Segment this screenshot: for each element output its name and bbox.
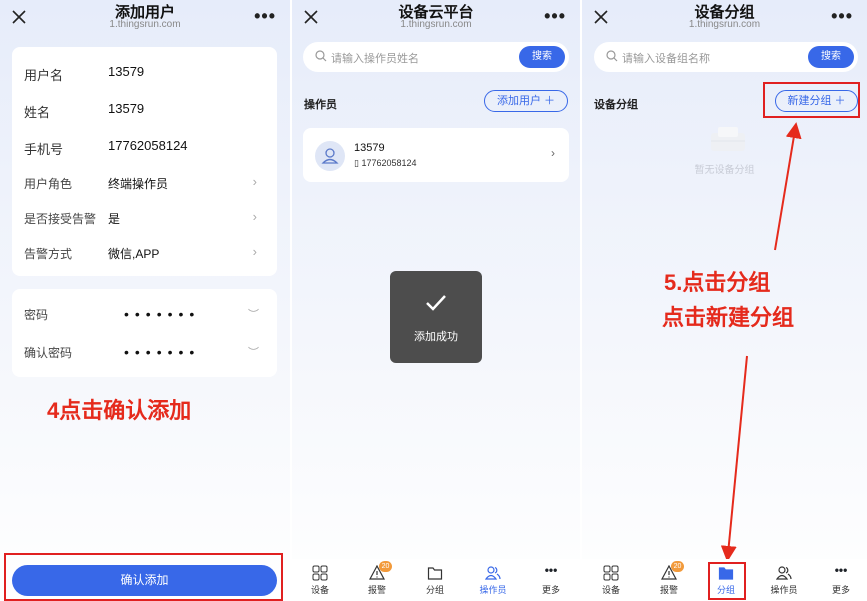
field-label: 用户角色 <box>24 177 73 191</box>
more-dots-icon: ••• <box>544 563 558 577</box>
bottom-tab-bar: 设备 20 报警 分组 操作员 ••• 更多 <box>292 559 580 601</box>
tab-operators[interactable]: 操作员 <box>465 559 521 601</box>
operator-phone: ▯ 17762058124 <box>354 158 417 169</box>
operator-list-item[interactable]: 13579 ▯ 17762058124 › <box>303 128 569 182</box>
annotation-step5-line2: 点击新建分组 <box>662 305 795 330</box>
search-input[interactable]: 请输入操作员姓名 <box>331 50 419 66</box>
chevron-right-icon: › <box>551 146 555 160</box>
field-label: 是否接受告警 <box>24 212 97 226</box>
field-label: 用户名 <box>24 68 64 83</box>
avatar <box>315 141 345 171</box>
field-label: 告警方式 <box>24 247 73 261</box>
check-icon <box>426 295 446 311</box>
highlight-box <box>4 553 283 601</box>
confirm-password-label: 确认密码 <box>24 346 73 360</box>
password-label: 密码 <box>24 308 49 322</box>
chevron-right-icon: › <box>252 209 257 224</box>
field-label: 姓名 <box>24 105 51 120</box>
tab-label: 更多 <box>831 585 850 595</box>
annotation-arrows <box>720 122 802 562</box>
tab-devices[interactable]: 设备 <box>292 559 348 601</box>
name-row[interactable]: 姓名 13579 <box>24 92 265 128</box>
tab-label: 报警 <box>659 585 678 595</box>
accept-alarm-value: 是 <box>108 212 121 226</box>
tab-label: 操作员 <box>479 585 507 595</box>
tab-label: 报警 <box>367 585 386 595</box>
section-title: 操作员 <box>304 99 337 111</box>
user-role-row[interactable]: 用户角色 终端操作员 › <box>24 165 265 201</box>
operator-search-bar: 请输入操作员姓名 搜索 <box>303 42 569 72</box>
user-icon <box>321 148 339 164</box>
tab-alarms[interactable]: 20 报警 <box>641 559 697 601</box>
alarm-method-row[interactable]: 告警方式 微信,APP › <box>24 235 265 271</box>
chevron-right-icon: › <box>252 244 257 259</box>
more-menu-icon[interactable]: ••• <box>254 6 276 27</box>
highlight-box <box>708 562 746 600</box>
tab-devices[interactable]: 设备 <box>583 559 639 601</box>
tab-label: 设备 <box>601 585 620 595</box>
more-dots-icon: ••• <box>834 563 848 577</box>
user-info-card: 用户名 13579 姓名 13579 手机号 17762058124 用户角色 … <box>12 47 277 276</box>
username-row[interactable]: 用户名 13579 <box>24 55 265 91</box>
operator-phone-text: 17762058124 <box>361 158 417 168</box>
annotation-step5-line1: 5.点击分组 <box>664 270 771 295</box>
alarm-method-value: 微信,APP <box>108 247 160 261</box>
nav-bar: 添加用户 1.thingsrun.com ••• <box>0 0 290 38</box>
toast-message: 添加成功 <box>414 331 458 343</box>
add-user-button[interactable]: 添加用户 ＋ <box>484 90 568 112</box>
confirm-password-row[interactable]: 确认密码 ••••••• ︶ <box>24 334 265 370</box>
annotation-step4: 4点击确认添加 <box>47 398 192 423</box>
phone-row[interactable]: 手机号 17762058124 <box>24 129 265 165</box>
page-url: 1.thingsrun.com <box>400 19 472 30</box>
tab-more[interactable]: ••• 更多 <box>523 559 579 601</box>
alarm-count-badge: 20 <box>379 561 392 572</box>
tab-label: 更多 <box>541 585 560 595</box>
password-field[interactable]: ••••••• <box>124 306 200 322</box>
username-value[interactable]: 13579 <box>108 64 144 79</box>
tab-label: 设备 <box>310 585 329 595</box>
accept-alarm-row[interactable]: 是否接受告警 是 › <box>24 200 265 236</box>
eye-closed-icon[interactable]: ︶ <box>248 306 259 322</box>
tab-operators[interactable]: 操作员 <box>756 559 812 601</box>
add-user-screen: 添加用户 1.thingsrun.com ••• 用户名 13579 姓名 13… <box>0 0 290 601</box>
confirm-password-field[interactable]: ••••••• <box>124 344 200 360</box>
nav-bar: 设备云平台 1.thingsrun.com ••• <box>292 0 580 38</box>
alarm-count-badge: 20 <box>671 561 684 572</box>
device-grid-icon <box>603 565 619 581</box>
search-icon <box>315 50 327 62</box>
tab-label: 操作员 <box>770 585 798 595</box>
password-row[interactable]: 密码 ••••••• ︶ <box>24 296 265 332</box>
operator-name: 13579 <box>354 142 385 154</box>
chevron-right-icon: › <box>252 174 257 189</box>
operator-list-screen: 设备云平台 1.thingsrun.com ••• 请输入操作员姓名 搜索 操作… <box>292 0 580 601</box>
device-group-screen: 设备分组 1.thingsrun.com ••• 请输入设备组名称 搜索 设备分… <box>582 0 867 601</box>
tab-label: 分组 <box>425 585 444 595</box>
tab-alarms[interactable]: 20 报警 <box>349 559 405 601</box>
phone-value[interactable]: 17762058124 <box>108 138 188 153</box>
folder-icon <box>427 567 443 580</box>
more-menu-icon[interactable]: ••• <box>544 6 566 27</box>
password-card: 密码 ••••••• ︶ 确认密码 ••••••• ︶ <box>12 289 277 377</box>
operator-users-icon <box>485 566 501 580</box>
tab-more[interactable]: ••• 更多 <box>813 559 867 601</box>
success-toast: 添加成功 <box>390 271 482 363</box>
field-label: 手机号 <box>24 142 64 157</box>
page-url: 1.thingsrun.com <box>109 19 181 30</box>
tab-groups[interactable]: 分组 <box>407 559 463 601</box>
user-role-value: 终端操作员 <box>108 177 169 191</box>
eye-closed-icon[interactable]: ︶ <box>248 344 259 360</box>
search-button[interactable]: 搜索 <box>519 46 565 68</box>
operator-users-icon <box>776 566 792 580</box>
device-grid-icon <box>312 565 328 581</box>
name-value[interactable]: 13579 <box>108 101 144 116</box>
